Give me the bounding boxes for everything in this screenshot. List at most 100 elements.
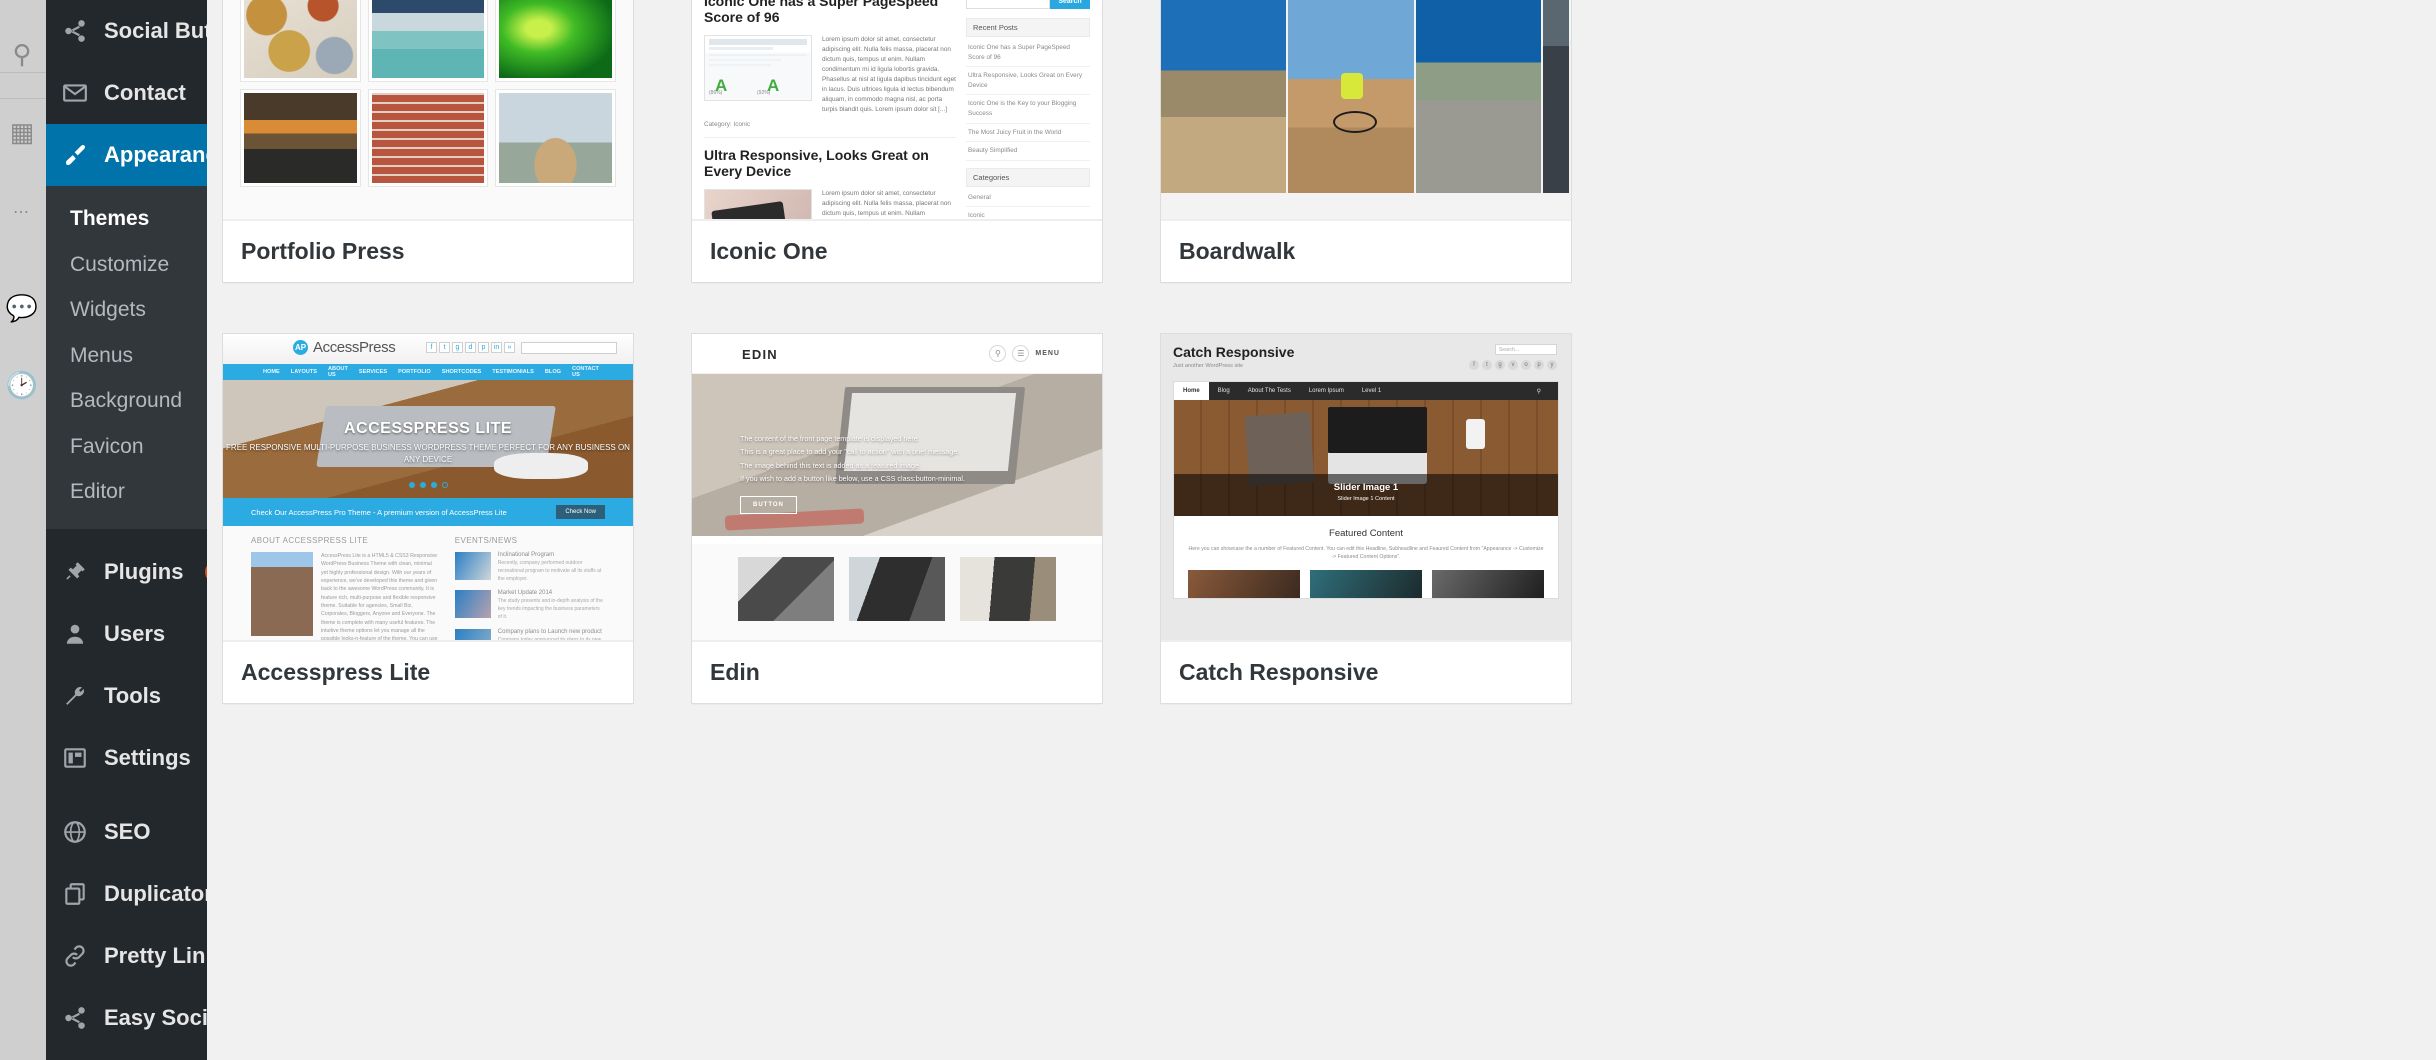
preview-cta-bar: Check Our AccessPress Pro Theme - A prem… <box>223 498 633 526</box>
news-title: Inclinational Program <box>497 552 555 558</box>
pinterest-icon: p <box>478 342 489 353</box>
twitter-icon: t <box>439 342 450 353</box>
slider-dot <box>419 482 426 488</box>
google-icon: g <box>1495 360 1505 370</box>
theme-screenshot[interactable]: Portfolio Press Artwork, Photography, Gr… <box>223 0 633 220</box>
submenu-item-widgets[interactable]: Widgets <box>46 287 207 333</box>
themes-content-area: Portfolio Press Artwork, Photography, Gr… <box>207 0 2436 1060</box>
sidebar-item-label: Tools <box>104 682 162 708</box>
preview-slider-title: Slider Image 1 <box>1333 482 1399 493</box>
preview-thumbnail <box>849 557 945 621</box>
preview-hero-line: The image behind this text is added as a… <box>740 460 921 470</box>
preview-thumbnail <box>738 557 834 621</box>
preview-logo-badge: AP <box>293 340 308 355</box>
sidebar-item-easy-social-share[interactable]: Easy Social Share <box>46 987 207 1049</box>
theme-name: Iconic One <box>710 238 828 264</box>
facebook-icon: f <box>1469 360 1479 370</box>
grid-icon[interactable]: ▦ <box>2 112 42 152</box>
preview-nav-item: About The Tests <box>1247 388 1291 394</box>
submenu-item-background[interactable]: Background <box>46 378 207 424</box>
preview-column: December 21, 2014 Mountain Biking in Uta… <box>1288 0 1414 193</box>
theme-name: Portfolio Press <box>241 238 405 264</box>
sidebar-item-pretty-link[interactable]: Pretty Link <box>46 925 207 987</box>
search-button: Search <box>1050 0 1090 9</box>
theme-card-edin[interactable]: EDIN ⚲ ☰ MENU The content of the front p… <box>691 333 1103 704</box>
sidebar-item-settings[interactable]: Settings <box>46 727 207 789</box>
preview-slider-dots <box>223 482 633 488</box>
featured-item <box>1310 569 1422 598</box>
submenu-item-editor[interactable]: Editor <box>46 469 207 515</box>
preview-hero: The content of the front page template i… <box>692 374 1102 536</box>
preview-post-thumbnail: A A (86%) (92%) <box>704 35 812 102</box>
preview-post-thumbnail <box>704 188 812 219</box>
theme-screenshot[interactable]: EDIN ⚲ ☰ MENU The content of the front p… <box>692 334 1102 641</box>
submenu-item-favicon[interactable]: Favicon <box>46 424 207 470</box>
sidebar-item-duplicator[interactable]: Duplicator <box>46 863 207 925</box>
theme-screenshot[interactable]: AP AccessPress f t g d p in » HOME LAYOU… <box>223 334 633 641</box>
wordpress-admin-screen: ⚲ ▦ ⋯ 💬 🕑 Social Buttons Contact <box>0 0 2436 1060</box>
sidebar-item-users[interactable]: Users <box>46 603 207 665</box>
submenu-item-customize[interactable]: Customize <box>46 242 207 288</box>
preview-post-category: Category: Iconic <box>704 120 751 128</box>
sidebar-item-label: Contact <box>104 80 186 105</box>
section-heading: ABOUT ACCESSPRESS LITE <box>251 536 369 545</box>
preview-post-excerpt: Lorem ipsum dolor sit amet, consectetur … <box>822 189 951 217</box>
youtube-icon: y <box>1547 360 1557 370</box>
preview-nav-item: SERVICES <box>358 369 388 375</box>
clock-icon[interactable]: 🕑 <box>2 365 42 405</box>
sidebar-item-tools[interactable]: Tools <box>46 665 207 727</box>
theme-card-accesspress-lite[interactable]: AP AccessPress f t g d p in » HOME LAYOU… <box>222 333 634 704</box>
copy-icon <box>60 879 90 909</box>
widget-title: Categories <box>966 167 1090 187</box>
preview-hero-line: This is a great place to add your "call … <box>740 447 960 457</box>
featured-item <box>1432 569 1544 598</box>
sidebar-item-contact[interactable]: Contact <box>46 62 207 124</box>
pinterest-icon: p <box>1534 360 1544 370</box>
preview-column: Featured Hello World! <box>1161 0 1287 193</box>
section-heading: EVENTS/NEWS <box>454 536 518 545</box>
sidebar-menu-bottom: Plugins 2 Users Tools Settings <box>46 541 207 1049</box>
preview-news-section: EVENTS/NEWS Inclinational Program Recent… <box>454 536 605 640</box>
submenu-item-themes[interactable]: Themes <box>46 196 207 242</box>
theme-screenshot[interactable]: i Iconic One By Themonic HOME NEWS GENER… <box>692 0 1102 220</box>
widget-item: Iconic One is the Key to your Blogging S… <box>966 95 1090 124</box>
sidebar-item-plugins[interactable]: Plugins 2 <box>46 541 207 603</box>
preview-hero: ACCESSPRESS LITE FREE RESPONSIVE MULTI-P… <box>223 380 633 498</box>
dots-icon[interactable]: ⋯ <box>2 193 42 233</box>
gallery-item <box>240 0 361 82</box>
sidebar-item-label: Pretty Link <box>104 942 207 968</box>
preview-search-input: Search... <box>1495 344 1557 355</box>
sidebar-item-appearance[interactable]: Appearance <box>46 124 207 186</box>
preview-post-column: Iconic One has a Super PageSpeed Score o… <box>704 0 956 219</box>
collapsed-icon-strip: ⚲ ▦ ⋯ 💬 🕑 <box>0 0 46 1060</box>
theme-card-portfolio-press[interactable]: Portfolio Press Artwork, Photography, Gr… <box>222 0 634 283</box>
search-icon[interactable]: ⚲ <box>2 34 42 74</box>
widget-title: Recent Posts <box>966 18 1090 37</box>
theme-screenshot[interactable]: Featured Hello World! December 21, 2014 … <box>1161 0 1571 220</box>
themes-grid: Portfolio Press Artwork, Photography, Gr… <box>222 0 2436 704</box>
theme-card-catch-responsive[interactable]: Catch Responsive Just another WordPress … <box>1160 333 1572 704</box>
sidebar-item-label: Easy Social Share <box>104 1004 207 1030</box>
preview-cta-button: Check Now <box>556 505 605 519</box>
sidebar-item-social-buttons[interactable]: Social Buttons <box>46 0 207 62</box>
preview-hero-line: If you wish to add a button like below, … <box>740 473 965 483</box>
preview-featured-text: Here you can showcase the a number of Fe… <box>1188 546 1544 561</box>
theme-screenshot[interactable]: Catch Responsive Just another WordPress … <box>1161 334 1571 641</box>
preview-header-tools: ⚲ ☰ MENU <box>989 345 1060 362</box>
seo-icon <box>60 817 90 847</box>
preview-nav-item: ABOUT US <box>328 366 348 378</box>
comment-icon[interactable]: 💬 <box>2 288 42 328</box>
preview-featured-heading: Featured Content <box>1329 528 1403 539</box>
theme-card-boardwalk[interactable]: Featured Hello World! December 21, 2014 … <box>1160 0 1572 283</box>
theme-card-iconic-one[interactable]: i Iconic One By Themonic HOME NEWS GENER… <box>691 0 1103 283</box>
preview-about-section: ABOUT ACCESSPRESS LITE AccessPress Lite … <box>251 536 439 640</box>
search-input <box>966 0 1050 9</box>
preview-menu-label: MENU <box>1035 350 1060 357</box>
preview-slider-caption: Slider Image 1 Slider Image 1 Content <box>1174 474 1558 516</box>
submenu-item-menus[interactable]: Menus <box>46 333 207 379</box>
sidebar-item-seo[interactable]: SEO <box>46 801 207 863</box>
widget-item: Beauty Simplified <box>966 142 1090 161</box>
preview-body: Catch Responsive Just another WordPress … <box>1161 334 1571 640</box>
news-item: Market Update 2014 The study presents an… <box>454 590 605 621</box>
preview-featured-row <box>1188 569 1544 598</box>
